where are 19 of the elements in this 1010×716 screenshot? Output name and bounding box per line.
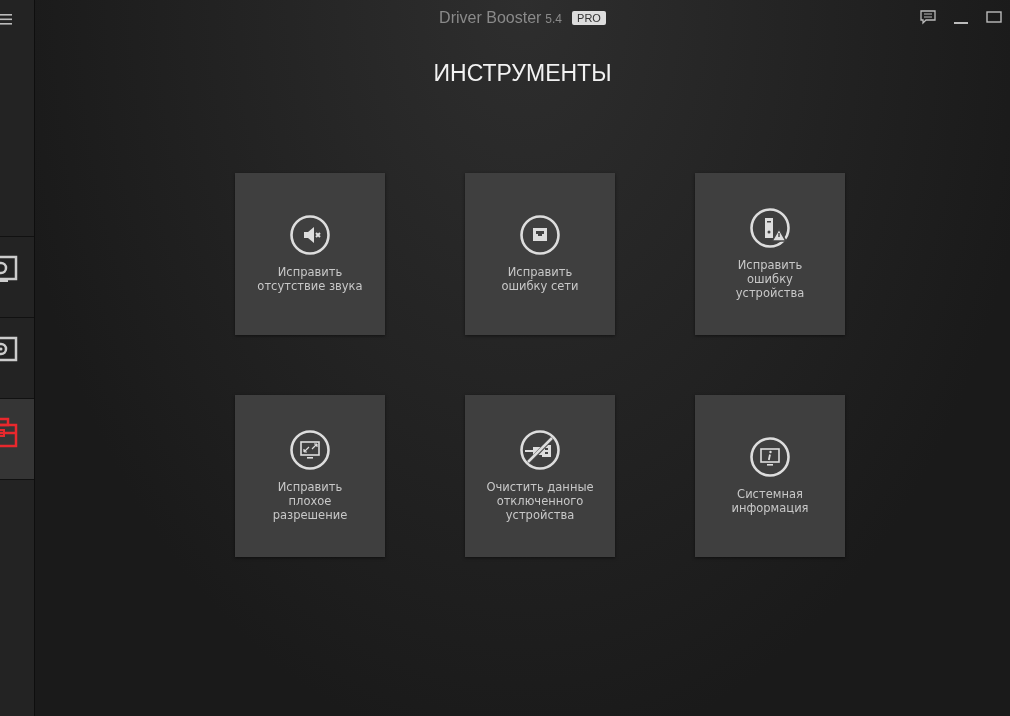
maximize-icon[interactable]	[986, 11, 1002, 24]
tool-tile[interactable]: Исправить ошибку сети	[465, 173, 615, 335]
tool-tile[interactable]: Исправить отсутствие звука	[235, 173, 385, 335]
page-heading: ИНСТРУМЕНТЫ	[433, 60, 612, 87]
chat-bubble-icon[interactable]	[920, 10, 936, 25]
unplugged-icon	[520, 430, 560, 470]
tool-tile[interactable]: Системная информация	[695, 395, 845, 557]
menu-icon[interactable]	[0, 12, 14, 26]
tool-tile[interactable]: Очистить данные отключенного устройства	[465, 395, 615, 557]
tool-tile[interactable]: Исправить плохое разрешение	[235, 395, 385, 557]
network-icon	[520, 215, 560, 255]
resolution-icon	[290, 430, 330, 470]
tool-tile[interactable]: Исправить ошибку устройства	[695, 173, 845, 335]
version-number: 5.4	[545, 12, 563, 26]
window-title: Driver Booster	[439, 9, 542, 27]
sysinfo-icon	[750, 437, 790, 477]
device-icon	[750, 208, 790, 248]
pro-badge: PRO	[572, 11, 606, 25]
sound-icon	[290, 215, 330, 255]
